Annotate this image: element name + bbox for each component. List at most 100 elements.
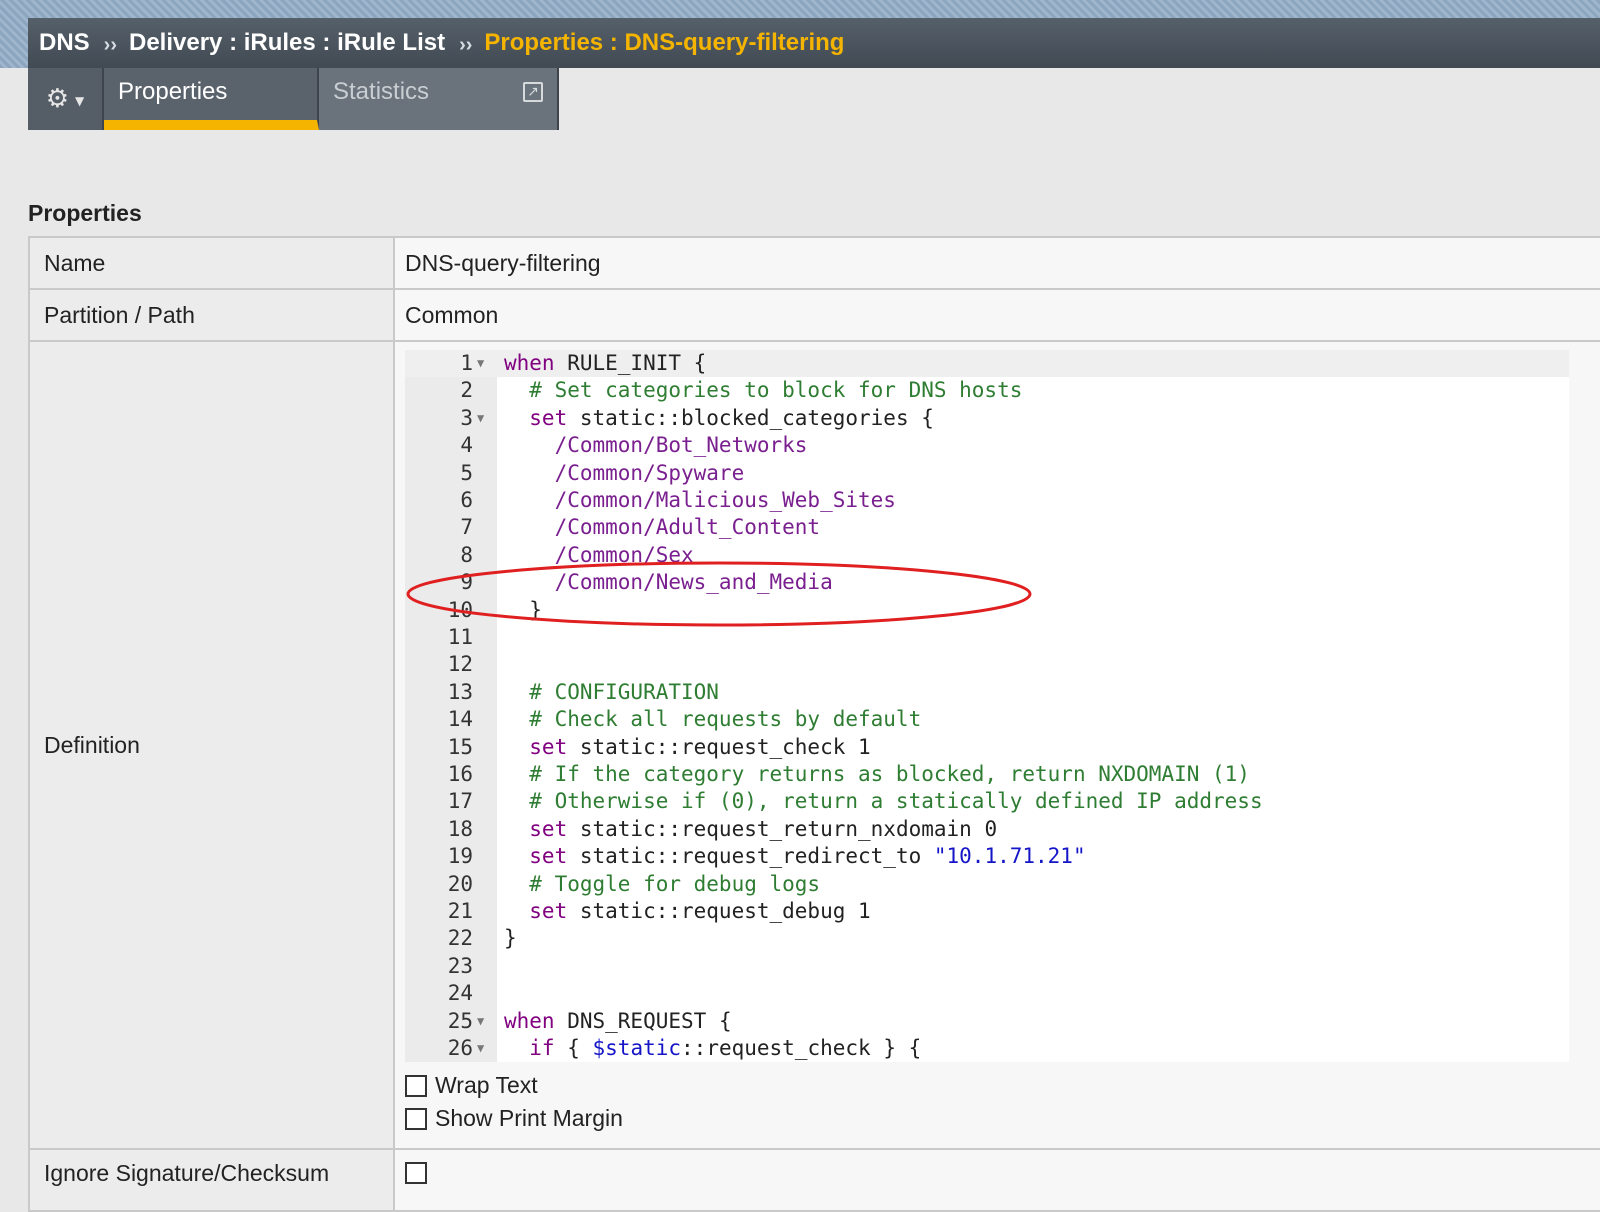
code-line: 23 [405, 953, 1569, 980]
code-text: # CONFIGURATION [504, 679, 719, 704]
line-number: 15 [447, 734, 473, 759]
code-editor[interactable]: 1 ▼ when RULE_INIT {2 # Set categories to … [405, 350, 1569, 1062]
fold-toggle-icon[interactable]: ▼ [477, 405, 484, 432]
code-text: set static::request_check 1 [504, 734, 871, 759]
code-line: 16 # If the category returns as blocked,… [405, 761, 1569, 788]
code-text: set static::blocked_categories { [504, 405, 934, 430]
code-text: /Common/Bot_Networks [504, 433, 808, 458]
line-number: 8 [460, 542, 473, 567]
line-number: 6 [460, 488, 473, 512]
breadcrumb-item-dns[interactable]: DNS [39, 29, 90, 57]
settings-menu-button[interactable]: ⚙ ▼ [28, 68, 104, 130]
code-line: 6 /Common/Malicious_Web_Sites [405, 487, 1569, 514]
line-number: 20 [447, 871, 473, 896]
code-line: 3 ▼ set static::blocked_categories { [405, 405, 1569, 432]
code-line: 2 # Set categories to block for DNS host… [405, 377, 1569, 404]
code-text: /Common/News_and_Media [504, 570, 833, 595]
code-text: if { $static::request_check } { [504, 1036, 922, 1060]
line-number: 14 [447, 707, 473, 732]
ignore-signature-label: Ignore Signature/Checksum [30, 1150, 395, 1210]
code-text: /Common/Malicious_Web_Sites [504, 488, 896, 512]
line-number: 19 [447, 844, 473, 869]
code-text: # Set categories to block for DNS hosts [504, 378, 1023, 403]
line-number: 18 [447, 816, 473, 841]
tab-bar: ⚙ ▼ Properties Statistics ↗ [28, 68, 559, 130]
code-text: /Common/Spyware [504, 460, 745, 485]
line-number: 10 [447, 597, 473, 622]
breadcrumb-separator: ›› [103, 33, 117, 56]
code-line: 12 [405, 651, 1569, 678]
line-number: 25 [447, 1008, 473, 1033]
line-number: 21 [447, 899, 473, 923]
partition-label: Partition / Path [30, 290, 395, 340]
code-line: 20 # Toggle for debug logs [405, 871, 1569, 898]
code-text: when RULE_INIT { [504, 351, 707, 375]
ignore-signature-checkbox[interactable] [405, 1162, 427, 1184]
tab-properties[interactable]: Properties [104, 68, 319, 130]
table-row: Definition 1 ▼ when RULE_INIT {2 # Set cat… [30, 342, 1600, 1150]
code-text: } [504, 597, 542, 622]
definition-cell: 1 ▼ when RULE_INIT {2 # Set categories to … [395, 342, 1600, 1148]
code-line: 11 [405, 624, 1569, 651]
line-number: 7 [460, 515, 473, 540]
fold-toggle-icon[interactable]: ▼ [477, 1008, 484, 1035]
code-text: set static::request_redirect_to "10.1.71… [504, 844, 1086, 869]
ignore-signature-cell [395, 1150, 1600, 1210]
wrap-text-checkbox[interactable] [405, 1074, 427, 1097]
line-number: 12 [447, 652, 473, 677]
definition-label: Definition [30, 342, 395, 1148]
code-text: # If the category returns as blocked, re… [504, 762, 1250, 786]
tab-label: Properties [118, 78, 228, 105]
code-line: 21 set static::request_debug 1 [405, 898, 1569, 925]
code-line: 15 set static::request_check 1 [405, 734, 1569, 761]
line-number: 2 [460, 378, 473, 403]
breadcrumb-current: Properties : DNS-query-filtering [484, 29, 845, 56]
code-line: 9 /Common/News_and_Media [405, 569, 1569, 596]
code-text: when DNS_REQUEST { [504, 1008, 732, 1033]
code-text: set static::request_return_nxdomain 0 [504, 816, 998, 841]
code-text: # Check all requests by default [504, 707, 922, 732]
partition-value: Common [395, 290, 1600, 340]
wrap-text-option[interactable]: Wrap Text [405, 1072, 538, 1099]
wrap-text-label: Wrap Text [435, 1072, 538, 1098]
line-number: 4 [460, 433, 473, 458]
fold-toggle-icon[interactable]: ▼ [477, 350, 484, 377]
line-number: 13 [447, 679, 473, 704]
code-text: # Otherwise if (0), return a statically … [504, 789, 1263, 814]
name-label: Name [30, 238, 395, 288]
code-text: # Toggle for debug logs [504, 871, 821, 896]
tab-statistics[interactable]: Statistics ↗ [319, 68, 559, 130]
code-text: /Common/Sex [504, 542, 694, 567]
breadcrumb-separator: ›› [459, 33, 473, 56]
line-number: 24 [447, 981, 473, 1006]
code-line: 14 # Check all requests by default [405, 706, 1569, 733]
gear-icon: ⚙ [45, 84, 70, 114]
breadcrumb-item-irule-list[interactable]: Delivery : iRules : iRule List [129, 29, 445, 57]
code-text: } [504, 926, 517, 951]
show-print-margin-label: Show Print Margin [435, 1105, 623, 1131]
code-text: /Common/Adult_Content [504, 515, 821, 540]
breadcrumb: DNS ›› Delivery : iRules : iRule List ››… [28, 18, 1600, 68]
line-number: 1 [460, 351, 473, 375]
code-line: 18 set static::request_return_nxdomain 0 [405, 816, 1569, 843]
fold-toggle-icon[interactable]: ▼ [477, 1035, 484, 1062]
line-number: 5 [460, 460, 473, 485]
line-number: 11 [447, 625, 473, 649]
code-line: 19 set static::request_redirect_to "10.1… [405, 843, 1569, 870]
code-text: set static::request_debug 1 [504, 899, 871, 923]
table-row: Partition / Path Common [30, 290, 1600, 342]
table-row: Ignore Signature/Checksum [30, 1150, 1600, 1212]
code-line: 7 /Common/Adult_Content [405, 514, 1569, 541]
show-print-margin-checkbox[interactable] [405, 1107, 427, 1130]
table-row: Name DNS-query-filtering [30, 238, 1600, 290]
code-line: 22} [405, 925, 1569, 952]
section-title: Properties [28, 200, 142, 226]
show-print-margin-option[interactable]: Show Print Margin [405, 1105, 623, 1132]
line-number: 16 [447, 762, 473, 786]
code-line: 26 ▼ if { $static::request_check } { [405, 1035, 1569, 1062]
code-line: 8 /Common/Sex [405, 542, 1569, 569]
code-line: 17 # Otherwise if (0), return a statical… [405, 788, 1569, 815]
external-link-icon[interactable]: ↗ [523, 82, 543, 102]
line-number: 22 [447, 926, 473, 951]
line-number: 26 [447, 1036, 473, 1060]
